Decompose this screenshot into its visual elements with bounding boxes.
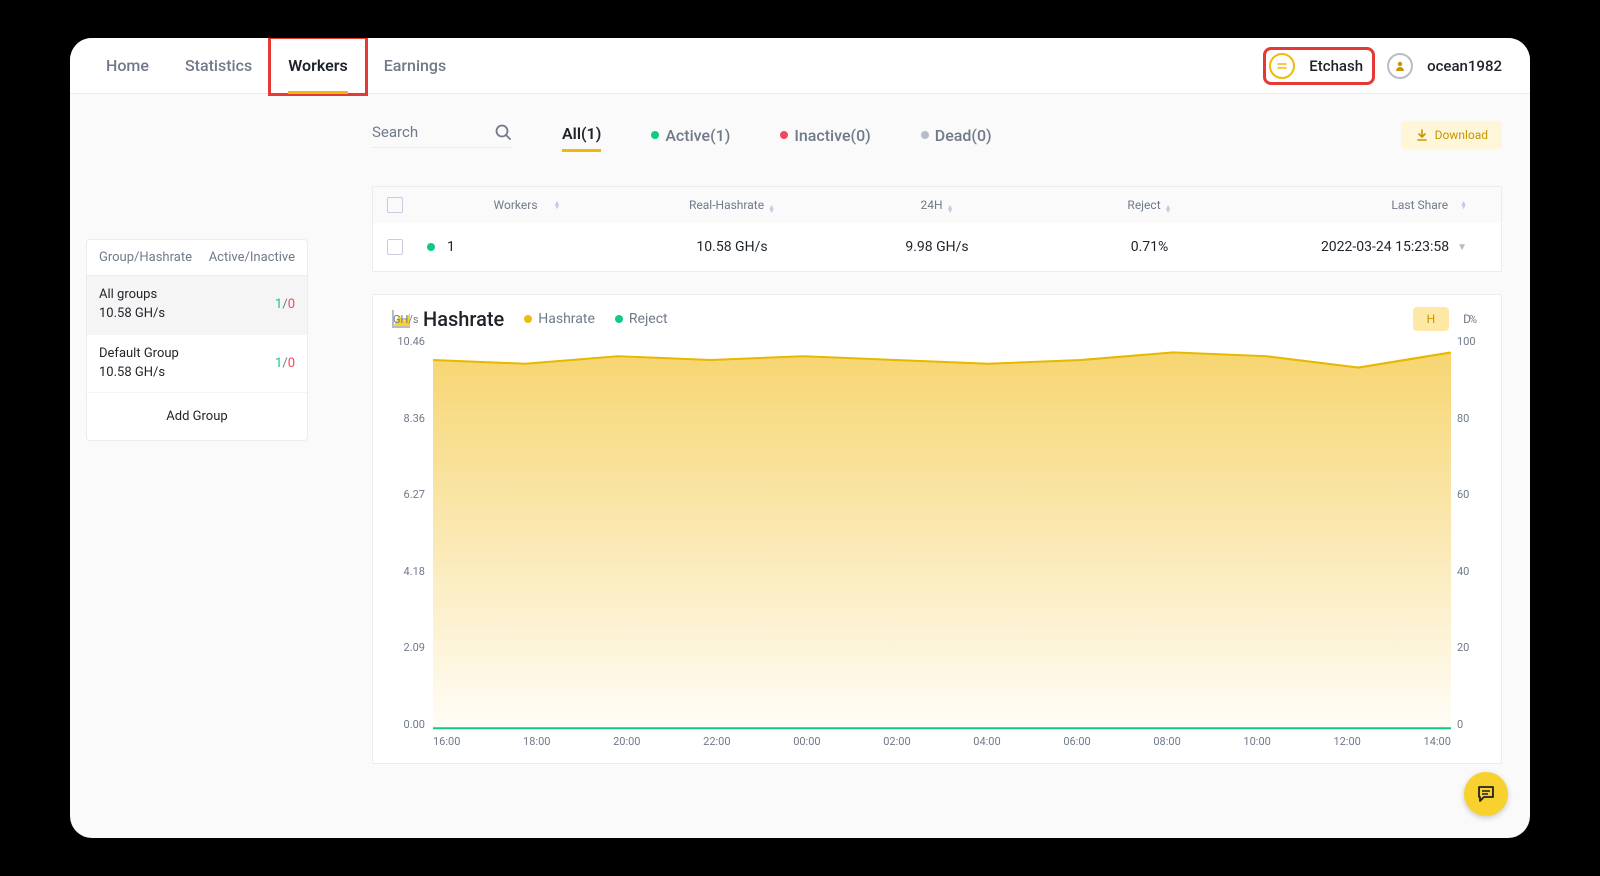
legend-reject: Reject: [615, 311, 668, 327]
y-left-tick: 8.36: [389, 412, 425, 425]
user-icon: [1387, 53, 1413, 79]
y-left-tick: 6.27: [389, 488, 425, 501]
filter-dead[interactable]: Dead(0): [921, 120, 992, 151]
hashrate-chart-panel: Hashrate Hashrate Reject H: [372, 294, 1502, 764]
group-header-right: Active/Inactive: [209, 250, 295, 265]
x-tick: 20:00: [613, 735, 640, 755]
nav-home[interactable]: Home: [88, 38, 167, 94]
nav-earnings[interactable]: Earnings: [366, 38, 465, 94]
group-rate: 10.58 GH/s: [99, 364, 179, 383]
x-tick: 14:00: [1424, 735, 1451, 755]
chevron-down-icon: ▼: [1457, 242, 1467, 253]
cell-24h: 9.98 GH/s: [837, 239, 1037, 255]
y-left-unit: GH/s: [393, 313, 419, 326]
sort-icon: ▲▼: [947, 205, 954, 213]
th-real-hashrate[interactable]: Real-Hashrate: [689, 198, 764, 212]
y-right-tick: 60: [1457, 488, 1485, 501]
download-icon: [1415, 128, 1429, 142]
y-left-tick: 0.00: [389, 718, 425, 731]
sort-icon: ▲▼: [768, 205, 775, 213]
filter-inactive-label: Inactive(0): [794, 126, 870, 145]
coin-selector[interactable]: Etchash: [1265, 49, 1373, 83]
filter-all[interactable]: All(1): [562, 118, 601, 152]
table-header: Workers ▲▼ Real-Hashrate ▲▼ 24H ▲▼ Reject ▲▼…: [373, 187, 1501, 223]
chart-range-hour[interactable]: H: [1413, 307, 1450, 331]
filter-active[interactable]: Active(1): [651, 120, 730, 151]
user-menu[interactable]: ocean1982: [1383, 49, 1512, 83]
x-tick: 08:00: [1153, 735, 1180, 755]
x-tick: 18:00: [523, 735, 550, 755]
status-dot: [427, 243, 435, 251]
checkbox-row[interactable]: [387, 239, 403, 255]
chart-plot: [433, 335, 1451, 731]
x-tick: 10:00: [1243, 735, 1270, 755]
group-card: Group/Hashrate Active/Inactive All group…: [86, 239, 308, 441]
coin-icon: [1269, 53, 1295, 79]
filter-dead-label: Dead(0): [935, 126, 992, 145]
y-right-tick: 100: [1457, 335, 1485, 348]
nav-workers[interactable]: Workers: [270, 38, 366, 94]
nav-statistics[interactable]: Statistics: [167, 38, 270, 94]
legend-dot-reject: [615, 315, 623, 323]
chat-fab[interactable]: [1464, 772, 1508, 816]
search-placeholder: Search: [372, 123, 418, 141]
download-button[interactable]: Download: [1401, 121, 1502, 149]
group-row-default[interactable]: Default Group 10.58 GH/s 1/0: [87, 335, 307, 394]
cell-worker: 1: [447, 239, 455, 255]
y-right-tick: 40: [1457, 565, 1485, 578]
status-dot-active: [651, 131, 659, 139]
user-label: ocean1982: [1427, 57, 1502, 75]
cell-real-hashrate: 10.58 GH/s: [627, 239, 837, 255]
x-tick: 06:00: [1063, 735, 1090, 755]
group-inactive: 0: [288, 356, 295, 371]
x-tick: 00:00: [793, 735, 820, 755]
group-name: All groups: [99, 286, 165, 305]
checkbox-all[interactable]: [387, 197, 403, 213]
y-right-unit: %: [1469, 313, 1477, 326]
search-icon: [494, 123, 512, 141]
th-24h[interactable]: 24H: [921, 198, 943, 212]
legend-hashrate: Hashrate: [524, 311, 595, 327]
chat-icon: [1476, 784, 1496, 804]
th-reject[interactable]: Reject: [1127, 198, 1160, 212]
status-dot-inactive: [780, 131, 788, 139]
group-name: Default Group: [99, 345, 179, 364]
y-right-tick: 80: [1457, 412, 1485, 425]
x-tick: 02:00: [883, 735, 910, 755]
filter-inactive[interactable]: Inactive(0): [780, 120, 870, 151]
y-right-tick: 20: [1457, 641, 1485, 654]
x-tick: 04:00: [973, 735, 1000, 755]
x-tick: 12:00: [1333, 735, 1360, 755]
cell-reject: 0.71%: [1037, 239, 1262, 255]
table-row[interactable]: 1 10.58 GH/s 9.98 GH/s 0.71% 2022-03-24 …: [373, 223, 1501, 271]
chart-title-text: Hashrate: [423, 307, 504, 331]
group-rate: 10.58 GH/s: [99, 305, 165, 324]
y-left-tick: 2.09: [389, 641, 425, 654]
sort-icon: ▲▼: [554, 201, 561, 209]
group-header-left: Group/Hashrate: [99, 250, 192, 265]
add-group-button[interactable]: Add Group: [87, 393, 307, 440]
x-tick: 16:00: [433, 735, 460, 755]
group-row-all[interactable]: All groups 10.58 GH/s 1/0: [87, 276, 307, 335]
y-left-tick: 10.46: [389, 335, 425, 348]
sort-icon: ▲▼: [1460, 201, 1467, 209]
y-right-tick: 0: [1457, 718, 1485, 731]
legend-reject-label: Reject: [629, 311, 668, 327]
sort-icon: ▲▼: [1165, 205, 1172, 213]
search-input[interactable]: Search: [372, 123, 512, 148]
status-dot-dead: [921, 131, 929, 139]
group-inactive: 0: [288, 297, 295, 312]
y-left-tick: 4.18: [389, 565, 425, 578]
chart-range-day[interactable]: D: [1449, 307, 1485, 331]
legend-hashrate-label: Hashrate: [538, 311, 595, 327]
legend-dot-hashrate: [524, 315, 532, 323]
filter-active-label: Active(1): [665, 126, 730, 145]
download-label: Download: [1435, 128, 1488, 142]
th-workers[interactable]: Workers: [494, 198, 538, 212]
x-tick: 22:00: [703, 735, 730, 755]
cell-last-share: 2022-03-24 15:23:58: [1321, 239, 1449, 255]
coin-label: Etchash: [1309, 57, 1363, 75]
th-last-share[interactable]: Last Share: [1391, 198, 1448, 212]
